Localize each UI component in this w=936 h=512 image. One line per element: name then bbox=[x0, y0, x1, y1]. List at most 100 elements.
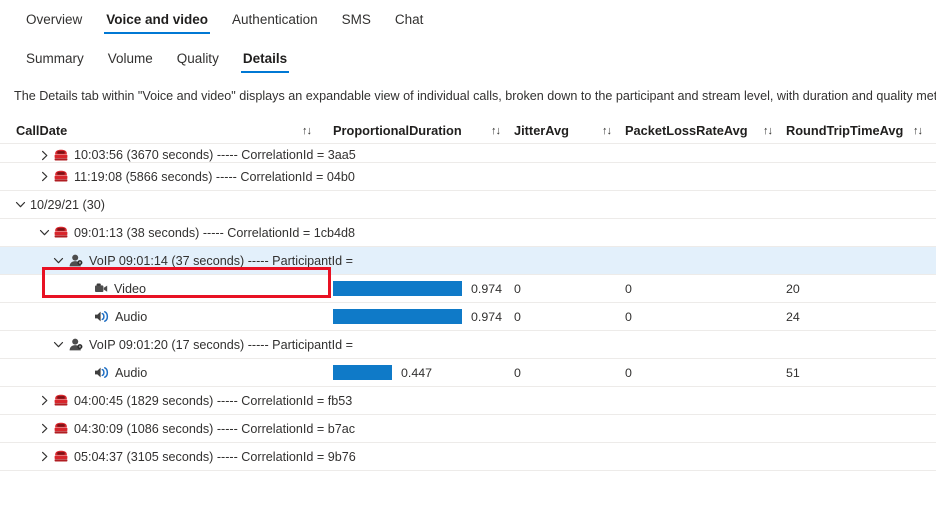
table-body: 10:03:56 (3670 seconds) ----- Correlatio… bbox=[0, 144, 936, 471]
sort-updown-icon[interactable]: ↑↓ bbox=[302, 125, 312, 137]
chevron-down-icon[interactable] bbox=[38, 226, 51, 239]
chevron-down-icon[interactable] bbox=[14, 198, 27, 211]
cell-jitteravg: 0 bbox=[514, 366, 625, 380]
phone-icon bbox=[54, 450, 68, 463]
cell-roundtriptimeavg: 51 bbox=[786, 366, 936, 380]
chevron-right-icon[interactable] bbox=[38, 394, 51, 407]
cell-proportionalduration: 0.447 bbox=[333, 365, 514, 380]
tab-voice-and-video[interactable]: Voice and video bbox=[94, 8, 220, 36]
cell-roundtriptimeavg-value: 51 bbox=[786, 365, 800, 380]
participant-icon bbox=[68, 338, 83, 351]
phone-icon bbox=[54, 149, 68, 162]
row-label: VoIP 09:01:20 (17 seconds) ----- Partici… bbox=[89, 337, 354, 352]
table-row[interactable]: Video 0.974 0 0 20 bbox=[0, 275, 936, 303]
table-header-row: CallDate ↑↓ ProportionalDuration ↑↓ JitterAv… bbox=[0, 118, 936, 144]
table-row[interactable]: 04:30:09 (1086 seconds) ----- Correlatio… bbox=[0, 415, 936, 443]
column-header-roundtriptimeavg[interactable]: RoundTripTimeAvg ↑↓ bbox=[786, 118, 936, 144]
subtab-details[interactable]: Details bbox=[231, 48, 299, 75]
cell-jitteravg-value: 0 bbox=[514, 281, 521, 296]
column-header-calldate[interactable]: CallDate ↑↓ bbox=[0, 118, 333, 144]
row-label: VoIP 09:01:14 (37 seconds) ----- Partici… bbox=[89, 253, 354, 268]
cell-calldate: 10/29/21 (30) bbox=[0, 198, 333, 212]
page-description: The Details tab within "Voice and video"… bbox=[14, 89, 936, 103]
table-row[interactable]: 10/29/21 (30) bbox=[0, 191, 936, 219]
video-camera-icon bbox=[94, 282, 108, 295]
proportional-duration-value: 0.974 bbox=[471, 309, 503, 324]
row-label: Audio bbox=[115, 309, 148, 324]
row-label: 11:19:08 (5866 seconds) ----- Correlatio… bbox=[74, 169, 355, 184]
primary-tab-bar: Overview Voice and video Authentication SMS… bbox=[0, 0, 936, 36]
table-row[interactable]: VoIP 09:01:14 (37 seconds) ----- Partici… bbox=[0, 247, 936, 275]
tab-authentication[interactable]: Authentication bbox=[220, 8, 330, 36]
chevron-right-icon[interactable] bbox=[38, 422, 51, 435]
tab-sms[interactable]: SMS bbox=[330, 8, 383, 36]
column-header-packetlossrateavg[interactable]: PacketLossRateAvg ↑↓ bbox=[625, 118, 786, 144]
proportional-duration-value: 0.447 bbox=[401, 365, 433, 380]
row-label: Audio bbox=[115, 365, 148, 380]
speaker-icon bbox=[94, 310, 109, 323]
table-row[interactable]: Audio 0.974 0 0 24 bbox=[0, 303, 936, 331]
column-header-proportionalduration[interactable]: ProportionalDuration ↑↓ bbox=[333, 118, 514, 144]
cell-roundtriptimeavg-value: 24 bbox=[786, 309, 800, 324]
phone-icon bbox=[54, 394, 68, 407]
subtab-summary[interactable]: Summary bbox=[14, 48, 96, 75]
cell-packetlossrateavg-value: 0 bbox=[625, 281, 632, 296]
table-row[interactable]: 04:00:45 (1829 seconds) ----- Correlatio… bbox=[0, 387, 936, 415]
column-header-label: PacketLossRateAvg bbox=[625, 123, 748, 138]
table-row[interactable]: Audio 0.447 0 0 51 bbox=[0, 359, 936, 387]
table-row[interactable]: 09:01:13 (38 seconds) ----- CorrelationI… bbox=[0, 219, 936, 247]
row-label: 09:01:13 (38 seconds) ----- CorrelationI… bbox=[74, 225, 356, 240]
chevron-right-icon[interactable] bbox=[38, 450, 51, 463]
row-label: Video bbox=[114, 281, 146, 296]
cell-packetlossrateavg-value: 0 bbox=[625, 365, 632, 380]
column-header-label: CallDate bbox=[16, 123, 68, 138]
cell-packetlossrateavg: 0 bbox=[625, 310, 786, 324]
cell-calldate: 04:30:09 (1086 seconds) ----- Correlatio… bbox=[0, 422, 355, 436]
row-label: 04:30:09 (1086 seconds) ----- Correlatio… bbox=[74, 421, 356, 436]
cell-roundtriptimeavg: 24 bbox=[786, 310, 936, 324]
phone-icon bbox=[54, 422, 68, 435]
row-label: 05:04:37 (3105 seconds) ----- Correlatio… bbox=[74, 449, 356, 464]
subtab-volume[interactable]: Volume bbox=[96, 48, 165, 75]
table-row[interactable]: 05:04:37 (3105 seconds) ----- Correlatio… bbox=[0, 443, 936, 471]
cell-jitteravg: 0 bbox=[514, 310, 625, 324]
cell-roundtriptimeavg: 20 bbox=[786, 282, 936, 296]
table-row[interactable]: 11:19:08 (5866 seconds) ----- Correlatio… bbox=[0, 163, 936, 191]
chevron-down-icon[interactable] bbox=[52, 338, 65, 351]
chevron-right-icon[interactable] bbox=[38, 149, 51, 162]
cell-jitteravg: 0 bbox=[514, 282, 625, 296]
column-header-label: RoundTripTimeAvg bbox=[786, 123, 904, 138]
cell-proportionalduration: 0.974 bbox=[333, 309, 514, 324]
proportional-duration-bar bbox=[333, 365, 392, 380]
chevron-right-icon[interactable] bbox=[38, 170, 51, 183]
tab-overview[interactable]: Overview bbox=[14, 8, 94, 36]
secondary-tab-bar: Summary Volume Quality Details bbox=[0, 36, 936, 75]
phone-icon bbox=[54, 226, 68, 239]
column-header-jitteravg[interactable]: JitterAvg ↑↓ bbox=[514, 118, 625, 144]
cell-calldate: Audio bbox=[0, 366, 333, 380]
sort-updown-icon[interactable]: ↑↓ bbox=[491, 125, 501, 137]
cell-calldate: 09:01:13 (38 seconds) ----- CorrelationI… bbox=[0, 226, 355, 240]
sort-updown-icon[interactable]: ↑↓ bbox=[602, 125, 612, 137]
proportional-duration-bar bbox=[333, 309, 462, 324]
chevron-down-icon[interactable] bbox=[52, 254, 65, 267]
cell-packetlossrateavg: 0 bbox=[625, 366, 786, 380]
cell-calldate: 05:04:37 (3105 seconds) ----- Correlatio… bbox=[0, 450, 356, 464]
cell-jitteravg-value: 0 bbox=[514, 365, 521, 380]
sort-updown-icon[interactable]: ↑↓ bbox=[763, 125, 773, 137]
cell-calldate: 11:19:08 (5866 seconds) ----- Correlatio… bbox=[0, 170, 355, 184]
proportional-duration-bar bbox=[333, 281, 462, 296]
table-row[interactable]: VoIP 09:01:20 (17 seconds) ----- Partici… bbox=[0, 331, 936, 359]
cell-roundtriptimeavg-value: 20 bbox=[786, 281, 800, 296]
row-label: 10:03:56 (3670 seconds) ----- Correlatio… bbox=[74, 148, 356, 162]
table-row[interactable]: 10:03:56 (3670 seconds) ----- Correlatio… bbox=[0, 144, 936, 163]
row-label: 04:00:45 (1829 seconds) ----- Correlatio… bbox=[74, 393, 353, 408]
cell-jitteravg-value: 0 bbox=[514, 309, 521, 324]
subtab-quality[interactable]: Quality bbox=[165, 48, 231, 75]
tab-chat[interactable]: Chat bbox=[383, 8, 436, 36]
sort-updown-icon[interactable]: ↑↓ bbox=[913, 125, 923, 137]
phone-icon bbox=[54, 170, 68, 183]
speaker-icon bbox=[94, 366, 109, 379]
row-label: 10/29/21 (30) bbox=[30, 197, 105, 212]
participant-icon bbox=[68, 254, 83, 267]
